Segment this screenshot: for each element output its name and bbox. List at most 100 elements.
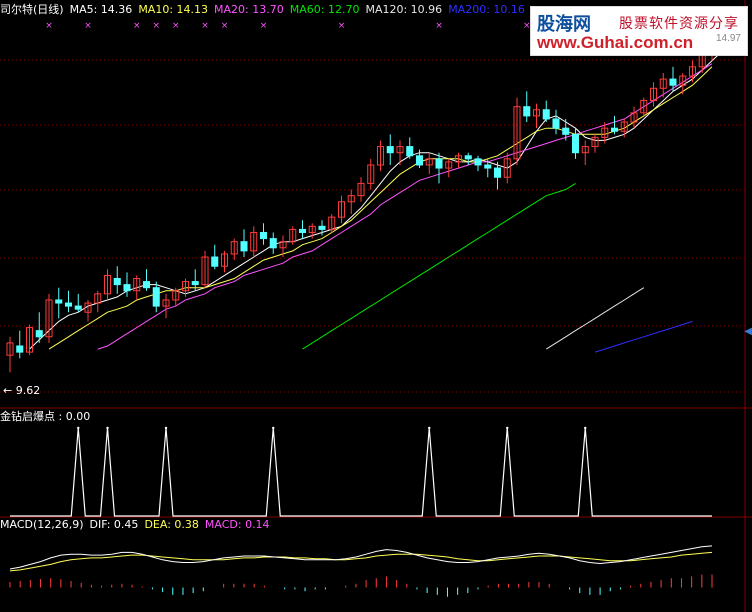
- candle: [406, 137, 414, 159]
- signal-spike: [272, 426, 275, 430]
- candle-body: [55, 299, 63, 304]
- price-pane[interactable]: × × × × × × × × × × ×: [6, 21, 723, 373]
- candle: [45, 293, 53, 343]
- event-marker: ×: [201, 21, 209, 31]
- candle-body: [610, 127, 619, 132]
- candle: [74, 293, 82, 313]
- candle: [142, 269, 151, 291]
- candle-body: [240, 241, 248, 252]
- indicator-legend: 金钻启爆点 : 0.00: [0, 410, 96, 424]
- dif-line: [9, 545, 713, 570]
- candle: [328, 214, 336, 233]
- candle: [513, 97, 521, 165]
- candle: [123, 272, 131, 297]
- candle: [84, 299, 92, 322]
- candle: [64, 290, 73, 313]
- candle: [94, 290, 102, 313]
- candle: [269, 232, 277, 254]
- candle-body: [318, 225, 326, 230]
- watermark-url: www.Guhai.com.cn: [537, 33, 694, 52]
- candle: [172, 287, 180, 307]
- candle: [523, 91, 531, 123]
- candle: [55, 287, 63, 319]
- candle: [6, 336, 14, 373]
- candle-body: [123, 284, 131, 292]
- candle-body: [523, 106, 531, 117]
- candle: [640, 97, 648, 116]
- price-low-label: ← 9.62: [3, 384, 41, 397]
- candle-body: [152, 287, 160, 307]
- ma60-line: [302, 182, 576, 350]
- event-marker: ×: [45, 21, 53, 31]
- ma10-legend: MA10: 14.13: [138, 3, 209, 16]
- signal-spike: [506, 426, 509, 430]
- scroll-right-icon[interactable]: ◀: [744, 326, 752, 337]
- ma120-legend: MA120: 10.96: [365, 3, 443, 16]
- candle-body: [571, 133, 580, 154]
- event-marker: ×: [435, 21, 443, 31]
- candle: [396, 140, 404, 165]
- candle: [386, 134, 394, 165]
- candle-body: [113, 277, 121, 286]
- candle: [581, 140, 589, 165]
- candle: [211, 244, 219, 270]
- watermark-tagline: 股票软件资源分享: [619, 16, 739, 32]
- ma200-line: [594, 320, 693, 353]
- macd-name: MACD(12,26,9): [0, 518, 84, 531]
- event-marker: ×: [260, 21, 268, 31]
- ma20-line: [97, 63, 713, 350]
- candle-body: [474, 158, 482, 166]
- candle: [464, 152, 472, 165]
- price-legend: 司尔特(日线) MA5: 14.36 MA10: 14.13 MA20: 13.70 M…: [0, 3, 531, 17]
- ma120-line: [546, 287, 645, 350]
- candle-body: [406, 146, 414, 157]
- candle: [347, 189, 355, 215]
- candle: [532, 103, 541, 129]
- candle: [367, 158, 375, 190]
- watermark-faded-price: 14.97: [715, 33, 741, 44]
- ma20-legend: MA20: 13.70: [214, 3, 284, 16]
- candle-body: [562, 127, 570, 135]
- candle: [649, 82, 658, 107]
- candle: [474, 155, 482, 172]
- candle: [376, 140, 385, 172]
- stock-title: 司尔特(日线): [0, 3, 64, 16]
- indicator-label: 金钻启爆点 : 0.00: [0, 410, 91, 423]
- candle: [503, 152, 511, 184]
- candle-body: [64, 302, 73, 307]
- candle-body: [74, 305, 82, 310]
- candle-body: [191, 281, 199, 286]
- candle-body: [269, 238, 277, 249]
- candle: [542, 100, 550, 123]
- ma200-legend: MA200: 10.16: [448, 3, 525, 16]
- macd-pane[interactable]: [9, 545, 713, 597]
- candle: [659, 72, 667, 98]
- candle-body: [211, 256, 219, 267]
- candle: [445, 158, 453, 178]
- signal-spike: [428, 426, 431, 430]
- indicator-pane[interactable]: [10, 426, 712, 517]
- candle: [230, 238, 238, 261]
- macd-dif: DIF: 0.45: [89, 518, 139, 531]
- candle: [240, 229, 248, 258]
- candle-body: [298, 228, 307, 233]
- candle: [425, 152, 433, 175]
- candle: [259, 223, 268, 245]
- candle-body: [16, 345, 24, 353]
- candle: [357, 177, 365, 202]
- candle: [591, 134, 599, 153]
- candle: [16, 330, 24, 359]
- candle-body: [669, 78, 677, 86]
- watermark-logo: 股海网 股票软件资源分享 www.Guhai.com.cn 14.97: [530, 6, 748, 56]
- candle: [152, 281, 160, 313]
- signal-spike: [164, 426, 168, 430]
- candle: [289, 226, 297, 245]
- candle: [279, 235, 287, 258]
- macd-dea: DEA: 0.38: [144, 518, 199, 531]
- candle-body: [552, 118, 560, 129]
- candle-body: [484, 164, 492, 169]
- candle-body: [464, 155, 472, 160]
- event-marker: ×: [338, 21, 346, 31]
- ma60-legend: MA60: 12.70: [289, 3, 360, 16]
- signal-line: [10, 427, 712, 517]
